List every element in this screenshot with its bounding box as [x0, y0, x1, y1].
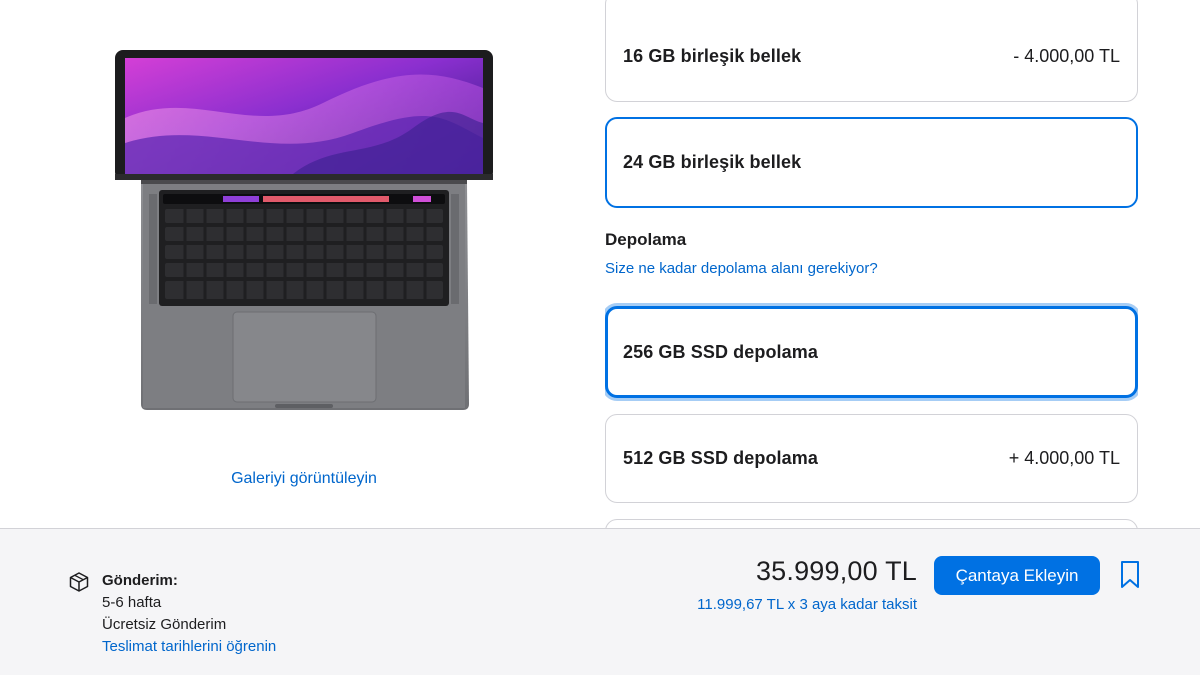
storage-option-256gb[interactable]: 256 GB SSD depolama [605, 306, 1138, 398]
configuration-options: 16 GB birleşik bellek - 4.000,00 TL 24 G… [605, 0, 1138, 528]
option-label: 24 GB birleşik bellek [623, 152, 802, 172]
shipping-time: 5-6 hafta [102, 594, 162, 611]
storage-option-512gb[interactable]: 512 GB SSD depolama + 4.000,00 TL [605, 414, 1138, 503]
purchase-bar: Gönderim: 5-6 hafta Ücretsiz Gönderim Te… [0, 528, 1200, 675]
option-label: 16 GB birleşik bellek [623, 45, 802, 66]
add-to-bag-button[interactable]: Çantaya Ekleyin [934, 556, 1100, 595]
installment-link[interactable]: 11.999,67 TL x 3 aya kadar taksit [697, 596, 917, 613]
macbook-pro-image [115, 50, 493, 410]
storage-section-title: Depolama [605, 230, 687, 249]
option-price: + 4.000,00 TL [1008, 448, 1120, 468]
memory-option-24gb[interactable]: 24 GB birleşik bellek [605, 117, 1138, 208]
storage-help-link[interactable]: Size ne kadar depolama alanı gerekiyor? [605, 260, 878, 277]
bookmark-icon[interactable] [1119, 560, 1141, 590]
option-label: 256 GB SSD depolama [623, 341, 818, 362]
view-gallery-link[interactable]: Galeriyi görüntüleyin [0, 470, 608, 488]
product-gallery: Galeriyi görüntüleyin [0, 0, 600, 528]
shipping-cost: Ücretsiz Gönderim [102, 616, 227, 633]
shipping-title: Gönderim: [102, 572, 178, 589]
option-price: - 4.000,00 TL [1013, 45, 1120, 66]
storage-option-next[interactable] [605, 519, 1138, 528]
total-price: 35.999,00 TL [755, 556, 917, 586]
option-label: 512 GB SSD depolama [623, 448, 818, 468]
memory-option-16gb[interactable]: 16 GB birleşik bellek - 4.000,00 TL [605, 0, 1138, 102]
box-icon [69, 572, 89, 592]
delivery-dates-link[interactable]: Teslimat tarihlerini öğrenin [102, 638, 276, 655]
